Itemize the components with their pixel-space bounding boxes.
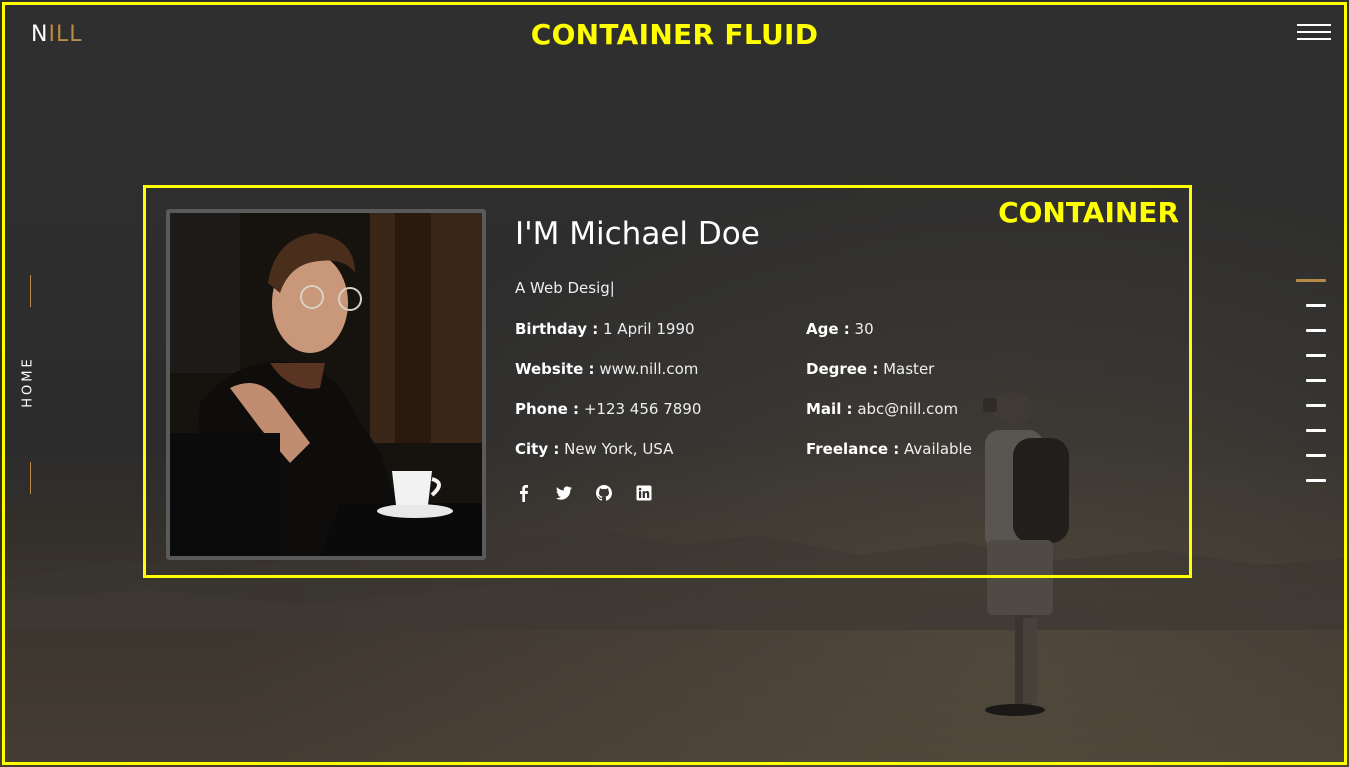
detail-freelance: Freelance : Available bbox=[806, 440, 972, 458]
logo-rest: ILL bbox=[48, 22, 83, 47]
detail-website: Website : www.nill.com bbox=[515, 360, 698, 378]
profile-info: I'M Michael Doe A Web Desig| Birthday : … bbox=[515, 216, 1155, 502]
detail-phone: Phone : +123 456 7890 bbox=[515, 400, 701, 418]
detail-value: Master bbox=[883, 360, 935, 378]
social-links bbox=[515, 484, 653, 502]
detail-value: +123 456 7890 bbox=[583, 400, 702, 418]
facebook-icon[interactable] bbox=[515, 484, 533, 502]
section-dot-1[interactable] bbox=[1296, 279, 1326, 282]
detail-value[interactable]: abc@nill.com bbox=[857, 400, 958, 418]
detail-value: 30 bbox=[854, 320, 874, 338]
detail-birthday: Birthday : 1 April 1990 bbox=[515, 320, 695, 338]
detail-mail: Mail : abc@nill.com bbox=[806, 400, 958, 418]
section-dot-5[interactable] bbox=[1306, 379, 1326, 382]
detail-value[interactable]: www.nill.com bbox=[599, 360, 698, 378]
twitter-icon[interactable] bbox=[555, 484, 573, 502]
section-dot-2[interactable] bbox=[1306, 304, 1326, 307]
detail-age: Age : 30 bbox=[806, 320, 874, 338]
profile-name: I'M Michael Doe bbox=[515, 216, 760, 252]
menu-line bbox=[1297, 31, 1331, 33]
detail-label: Phone : bbox=[515, 400, 580, 418]
section-dot-3[interactable] bbox=[1306, 329, 1326, 332]
container-outline: CONTAINER I'M Michael Doe A Web Desig| B… bbox=[143, 185, 1192, 578]
detail-label: Birthday : bbox=[515, 320, 599, 338]
side-rail-line-bottom bbox=[30, 462, 31, 494]
container-fluid-label: CONTAINER FLUID bbox=[530, 18, 819, 51]
hamburger-menu-icon[interactable] bbox=[1297, 24, 1331, 44]
section-dot-9[interactable] bbox=[1306, 479, 1326, 482]
site-logo[interactable]: NILL bbox=[31, 22, 82, 47]
side-nav-home-label[interactable]: HOME bbox=[21, 356, 36, 407]
section-dot-8[interactable] bbox=[1306, 454, 1326, 457]
logo-initial: N bbox=[31, 22, 49, 47]
side-rail-line-top bbox=[30, 275, 31, 307]
detail-label: Freelance : bbox=[806, 440, 900, 458]
detail-label: City : bbox=[515, 440, 560, 458]
detail-label: Degree : bbox=[806, 360, 879, 378]
github-icon[interactable] bbox=[595, 484, 613, 502]
section-dot-7[interactable] bbox=[1306, 429, 1326, 432]
profile-photo bbox=[166, 209, 486, 560]
detail-value: New York, USA bbox=[564, 440, 674, 458]
profile-role-typed: A Web Desig| bbox=[515, 279, 615, 297]
section-dot-6[interactable] bbox=[1306, 404, 1326, 407]
detail-city: City : New York, USA bbox=[515, 440, 673, 458]
linkedin-icon[interactable] bbox=[635, 484, 653, 502]
detail-degree: Degree : Master bbox=[806, 360, 934, 378]
detail-value: 1 April 1990 bbox=[603, 320, 695, 338]
section-dot-4[interactable] bbox=[1306, 354, 1326, 357]
detail-label: Website : bbox=[515, 360, 595, 378]
menu-line bbox=[1297, 38, 1331, 40]
menu-line bbox=[1297, 24, 1331, 26]
detail-label: Age : bbox=[806, 320, 850, 338]
detail-value: Available bbox=[904, 440, 972, 458]
detail-label: Mail : bbox=[806, 400, 853, 418]
